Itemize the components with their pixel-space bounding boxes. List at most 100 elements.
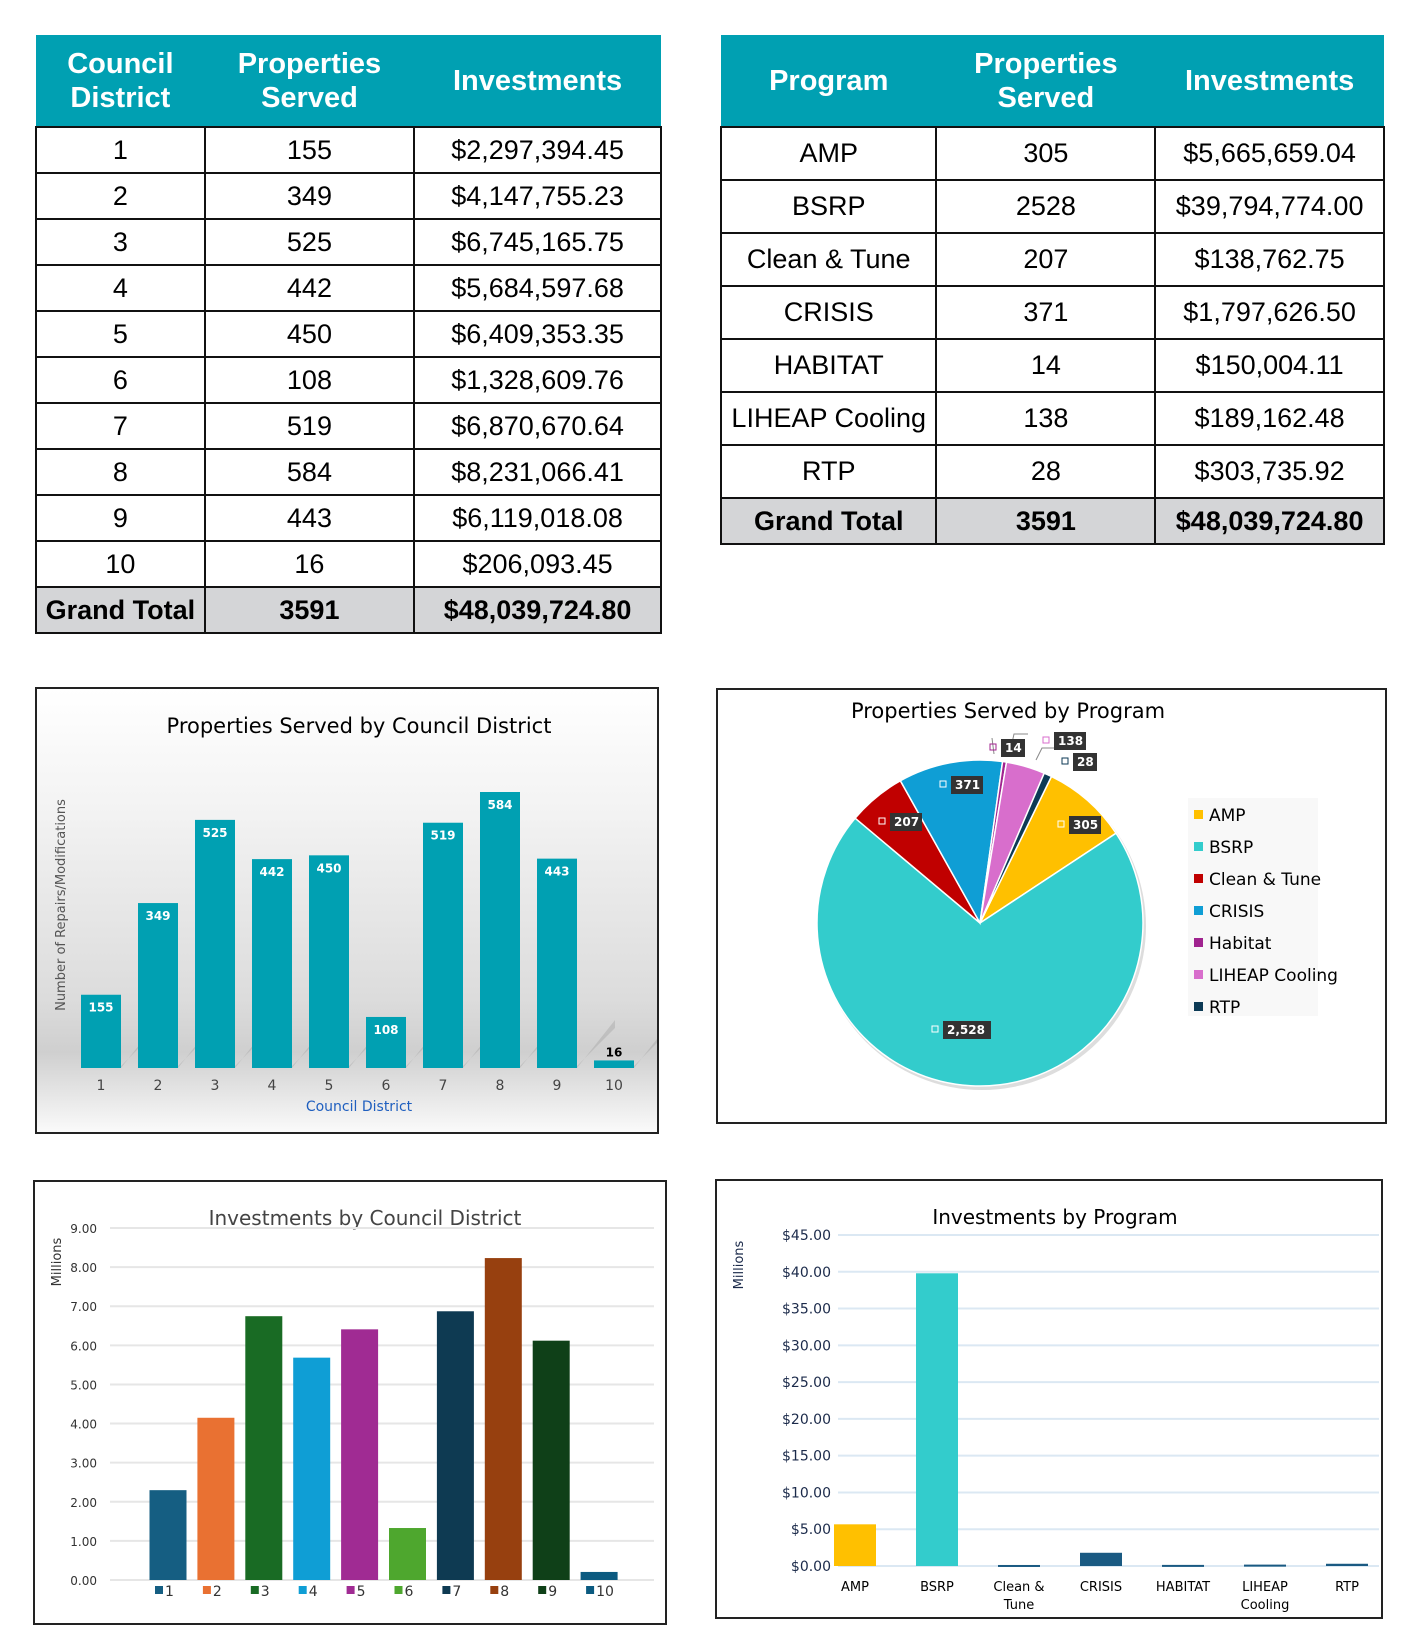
data-label: 519 [430, 829, 455, 843]
legend-label: CRISIS [1209, 902, 1264, 922]
bar [195, 819, 235, 1068]
bar [138, 903, 178, 1068]
bar [532, 1340, 570, 1580]
x-tick-label: 2 [154, 1078, 163, 1094]
table-cell: 2 [35, 172, 206, 220]
data-label: 349 [145, 909, 170, 923]
data-label-marker [1042, 736, 1050, 744]
bar [293, 1357, 331, 1580]
bar [309, 855, 349, 1068]
program-table: Program Properties Served Investments AMP 30… [719, 35, 1385, 545]
data-label: 28 [1077, 755, 1094, 769]
data-label: 14 [1005, 741, 1022, 755]
table-row: 4 442 $5,684,597.68 [35, 264, 662, 312]
table-cell: 3 [35, 218, 206, 266]
table-row: AMP 305 $5,665,659.04 [719, 126, 1385, 181]
column-header: Council District [36, 35, 205, 127]
grand-total-row: Grand Total 3591 $48,039,724.80 [35, 586, 662, 634]
grand-total-row: Grand Total 3591 $48,039,724.80 [719, 497, 1385, 545]
table-cell: $303,735.92 [1154, 444, 1385, 499]
table-row: HABITAT 14 $150,004.11 [719, 338, 1385, 393]
x-tick-label: 9 [553, 1078, 562, 1094]
table-cell: 5 [35, 310, 206, 358]
leader-line [991, 737, 995, 755]
table-cell: 443 [203, 494, 416, 542]
data-label: 443 [544, 865, 569, 879]
y-tick-label: $35.00 [782, 1302, 831, 1318]
table-cell: $6,409,353.35 [413, 310, 662, 358]
table-cell: 138 [935, 391, 1157, 446]
y-tick-label: $25.00 [782, 1375, 831, 1391]
bar [389, 1528, 426, 1580]
x-tick-label: AMP [841, 1580, 869, 1595]
x-tick-label: BSRP [920, 1580, 954, 1595]
legend-label: 10 [596, 1584, 614, 1600]
bar [423, 822, 463, 1068]
table-cell: Clean & Tune [719, 232, 938, 287]
table-cell: $5,684,597.68 [413, 264, 662, 312]
table-cell: 6 [35, 356, 206, 404]
bar [834, 1524, 876, 1566]
legend-label: BSRP [1209, 838, 1253, 858]
x-tick-label: 6 [382, 1078, 391, 1094]
legend-swatch [586, 1586, 595, 1594]
legend-swatch [1194, 1002, 1203, 1011]
table-cell: 584 [203, 448, 416, 496]
legend-swatch [346, 1586, 355, 1594]
y-tick-label: $0.00 [791, 1559, 831, 1575]
x-tick-label: 8 [496, 1078, 505, 1094]
table-cell: 305 [935, 126, 1157, 181]
legend-swatch [442, 1586, 451, 1594]
y-tick-label: $15.00 [782, 1449, 831, 1465]
y-tick-label: $30.00 [782, 1338, 831, 1354]
table-cell: AMP [719, 126, 938, 181]
bar [436, 1311, 474, 1580]
chart-title: Investments by Council District [209, 1206, 522, 1230]
table-row: 1 155 $2,297,394.45 [35, 126, 662, 174]
total-cell: Grand Total [35, 586, 206, 634]
data-label: 371 [955, 778, 980, 792]
y-tick-label: $20.00 [782, 1412, 831, 1428]
chart-title: Properties Served by Council District [167, 714, 552, 738]
bar [480, 792, 520, 1068]
bar [580, 1571, 618, 1580]
column-header: Properties Served [204, 35, 415, 127]
table-cell: $4,147,755.23 [413, 172, 662, 220]
y-axis-title: Number of Repairs/Modifications [54, 799, 69, 1011]
table-row: 5 450 $6,409,353.35 [35, 310, 662, 358]
total-cell: $48,039,724.80 [1154, 497, 1385, 545]
bar [998, 1564, 1040, 1567]
bar-shadow [634, 1038, 657, 1068]
table-cell: $2,297,394.45 [413, 126, 662, 174]
column-header: Investments [414, 35, 661, 127]
table-cell: HABITAT [719, 338, 938, 393]
legend-swatch [1194, 938, 1203, 947]
table-cell: LIHEAP Cooling [719, 391, 938, 446]
table-cell: 525 [203, 218, 416, 266]
y-tick-label: 2.00 [70, 1496, 97, 1510]
y-tick-label: 4.00 [70, 1418, 97, 1432]
legend-swatch [155, 1586, 163, 1594]
table-row: 7 519 $6,870,670.64 [35, 402, 662, 450]
legend-label: 8 [500, 1584, 509, 1600]
legend-label: 1 [165, 1584, 174, 1600]
table-cell: 108 [203, 356, 416, 404]
y-tick-label: 0.00 [70, 1574, 97, 1588]
data-label: 2,528 [947, 1023, 985, 1037]
table-cell: 450 [203, 310, 416, 358]
table-cell: BSRP [719, 179, 938, 234]
data-label: 207 [894, 815, 919, 829]
total-cell: $48,039,724.80 [413, 586, 662, 634]
table-cell: $189,162.48 [1154, 391, 1385, 446]
table-cell: 28 [935, 444, 1157, 499]
x-tick-label: 3 [211, 1078, 220, 1094]
table-cell: 9 [35, 494, 206, 542]
table-cell: 371 [935, 285, 1157, 340]
table-cell: 16 [203, 540, 416, 588]
x-tick-label: 5 [325, 1078, 334, 1094]
properties-by-district-chart: Properties Served by Council District 155… [35, 687, 659, 1134]
legend-label: RTP [1209, 998, 1240, 1018]
legend-label: Clean & Tune [1209, 870, 1321, 890]
legend-swatch [1194, 842, 1203, 851]
table-cell: 155 [203, 126, 416, 174]
